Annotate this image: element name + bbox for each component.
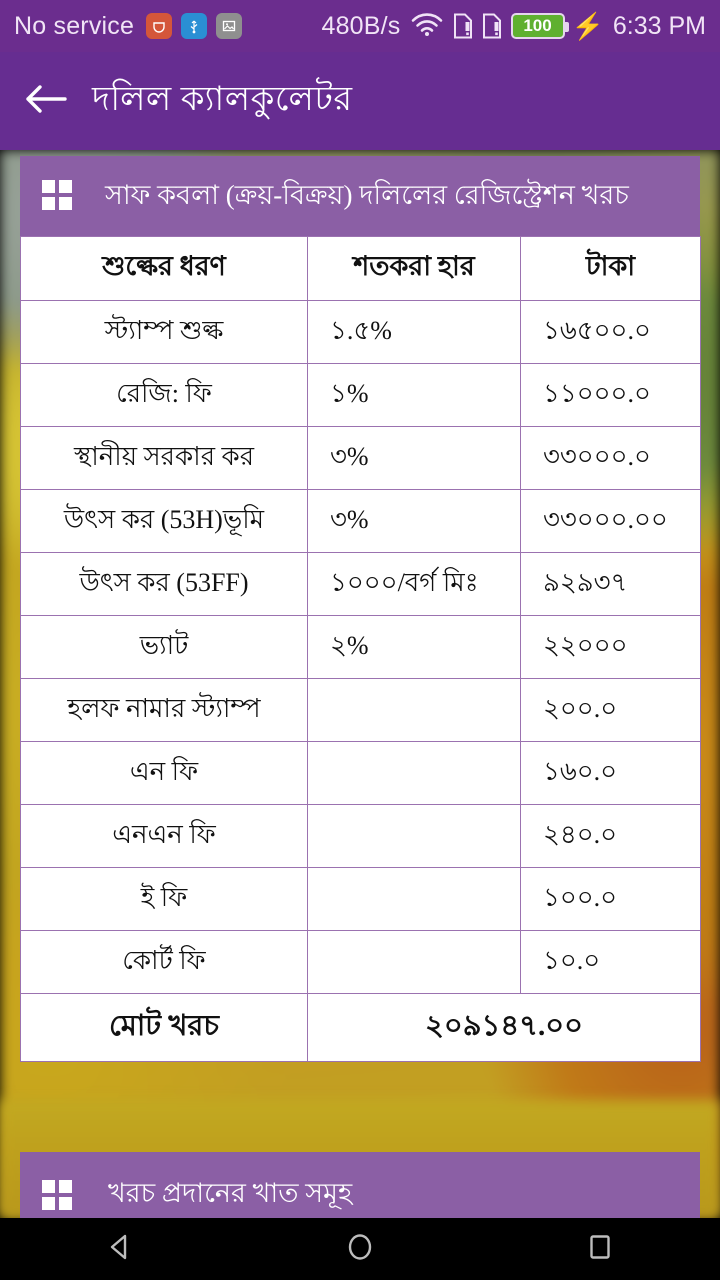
fee-type-cell: স্থানীয় সরকার কর xyxy=(20,426,308,491)
status-bar: No service 480B/s 100 ⚡ 6:33 PM xyxy=(0,0,720,52)
fee-amount-cell: ৩৩০০০.০ xyxy=(520,426,701,491)
fee-amount-cell: ২৪০.০ xyxy=(520,804,701,869)
fee-amount-cell: ১১০০০.০ xyxy=(520,363,701,428)
sim2-icon xyxy=(482,13,502,39)
fee-amount-cell: ৯২৯৩৭ xyxy=(520,552,701,617)
card1-header-label: সাফ কবলা (ক্রয়-বিক্রয়) দলিলের রেজিস্ট্… xyxy=(105,180,629,210)
card2-header-label: খরচ প্রদানের খাত সমূহ xyxy=(108,1178,353,1208)
fee-amount-cell: ১৬০.০ xyxy=(520,741,701,806)
carrier-label: No service xyxy=(14,11,135,40)
fee-rate-cell xyxy=(307,804,521,869)
nav-recents-button[interactable] xyxy=(540,1218,660,1280)
fee-rate-cell: ২% xyxy=(307,615,521,680)
card1-header[interactable]: সাফ কবলা (ক্রয়-বিক্রয়) দলিলের রেজিস্ট্… xyxy=(20,156,700,237)
battery-icon: 100 xyxy=(510,13,569,39)
clock-label: 6:33 PM xyxy=(612,11,706,40)
phone-screen: No service 480B/s 100 ⚡ 6:33 PM দলিল ক্য… xyxy=(0,0,720,1280)
nav-back-button[interactable] xyxy=(60,1218,180,1280)
fee-amount-cell: ১০০.০ xyxy=(520,867,701,932)
grid-icon xyxy=(42,180,72,210)
fee-amount-cell: ৩৩০০০.০০ xyxy=(520,489,701,554)
column-header-type: শুল্কের ধরণ xyxy=(20,236,308,302)
nav-home-button[interactable] xyxy=(300,1218,420,1280)
fee-rate-cell xyxy=(307,741,521,806)
fee-type-cell: এনএন ফি xyxy=(20,804,308,869)
total-row: মোট খরচ ২০৯১৪৭.০০ xyxy=(20,993,701,1063)
table-row: এন ফি ১৬০.০ xyxy=(20,741,701,806)
fee-rate-cell: ১.৫% xyxy=(307,300,521,365)
fee-amount-cell: ১০.০ xyxy=(520,930,701,995)
charging-bolt-icon: ⚡ xyxy=(571,10,604,41)
total-value: ২০৯১৪৭.০০ xyxy=(307,993,701,1063)
table-row: স্থানীয় সরকার কর ৩% ৩৩০০০.০ xyxy=(20,426,701,491)
wifi-icon xyxy=(410,11,444,42)
total-label: মোট খরচ xyxy=(20,993,308,1063)
column-header-amount: টাকা xyxy=(520,236,701,302)
fee-amount-cell: ২২০০০ xyxy=(520,615,701,680)
fee-rate-cell: ১% xyxy=(307,363,521,428)
fee-amount-cell: ২০০.০ xyxy=(520,678,701,743)
fee-type-cell: রেজি: ফি xyxy=(20,363,308,428)
status-bar-right: 480B/s 100 ⚡ 6:33 PM xyxy=(321,11,706,42)
table-row: এনএন ফি ২৪০.০ xyxy=(20,804,701,869)
fee-type-cell: হলফ নামার স্ট্যাম্প xyxy=(20,678,308,743)
battery-level-label: 100 xyxy=(523,16,552,35)
sim1-icon xyxy=(453,13,473,39)
table-row: ই ফি ১০০.০ xyxy=(20,867,701,932)
page-title: দলিল ক্যালকুলেটর xyxy=(92,80,353,118)
table-row: ভ্যাট ২% ২২০০০ xyxy=(20,615,701,680)
column-header-rate: শতকরা হার xyxy=(307,236,521,302)
table-row: স্ট্যাম্প শুল্ক ১.৫% ১৬৫০০.০ xyxy=(20,300,701,365)
notification-icons xyxy=(146,13,243,39)
fee-amount-cell: ১৬৫০০.০ xyxy=(520,300,701,365)
network-speed-label: 480B/s xyxy=(321,11,401,40)
app-bar: দলিল ক্যালকুলেটর xyxy=(0,52,720,150)
table-header-row: শুল্কের ধরণ শতকরা হার টাকা xyxy=(20,236,701,302)
nav-home-icon xyxy=(345,1232,375,1267)
fee-type-cell: ভ্যাট xyxy=(20,615,308,680)
table-row: উৎস কর (53H)ভূমি ৩% ৩৩০০০.০০ xyxy=(20,489,701,554)
arrow-left-icon xyxy=(23,82,69,121)
fee-table: শুল্কের ধরণ শতকরা হার টাকা স্ট্যাম্প শুল… xyxy=(20,236,701,1063)
fee-rate-cell xyxy=(307,867,521,932)
table-row: রেজি: ফি ১% ১১০০০.০ xyxy=(20,363,701,428)
fee-type-cell: স্ট্যাম্প শুল্ক xyxy=(20,300,308,365)
android-nav-bar xyxy=(0,1218,720,1280)
usb-icon xyxy=(181,13,208,39)
screenshot-icon xyxy=(216,13,243,39)
table-row: হলফ নামার স্ট্যাম্প ২০০.০ xyxy=(20,678,701,743)
fee-rate-cell: ১০০০/বর্গ মিঃ xyxy=(307,552,521,617)
notification-icon xyxy=(146,13,173,39)
fee-type-cell: ই ফি xyxy=(20,867,308,932)
table-row: কোর্ট ফি ১০.০ xyxy=(20,930,701,995)
fee-rate-cell: ৩% xyxy=(307,426,521,491)
registration-cost-card: সাফ কবলা (ক্রয়-বিক্রয়) দলিলের রেজিস্ট্… xyxy=(20,156,701,1063)
fee-type-cell: কোর্ট ফি xyxy=(20,930,308,995)
fee-type-cell: উৎস কর (53FF) xyxy=(20,552,308,617)
fee-type-cell: উৎস কর (53H)ভূমি xyxy=(20,489,308,554)
fee-type-cell: এন ফি xyxy=(20,741,308,806)
fee-rate-cell: ৩% xyxy=(307,489,521,554)
grid-icon xyxy=(42,1180,72,1211)
nav-back-icon xyxy=(105,1232,135,1267)
fee-rate-cell xyxy=(307,678,521,743)
table-row: উৎস কর (53FF) ১০০০/বর্গ মিঃ ৯২৯৩৭ xyxy=(20,552,701,617)
nav-recents-icon xyxy=(585,1232,615,1267)
fee-rate-cell xyxy=(307,930,521,995)
back-button[interactable] xyxy=(0,52,92,150)
